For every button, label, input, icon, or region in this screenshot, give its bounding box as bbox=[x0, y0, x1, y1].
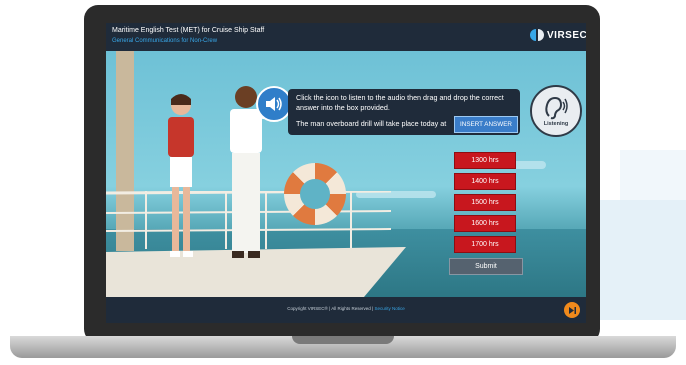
ear-icon bbox=[545, 96, 568, 119]
answer-option[interactable]: 1300 hrs bbox=[454, 152, 516, 169]
question-sentence: The man overboard drill will take place … bbox=[296, 119, 447, 128]
play-audio-button[interactable] bbox=[256, 86, 292, 122]
footer-bar: Copyright VIRSEC® | All Rights Reserved … bbox=[106, 297, 586, 323]
background-decor bbox=[590, 200, 686, 320]
copyright-label: Copyright VIRSEC® | All Rights Reserved … bbox=[287, 306, 374, 311]
background-decor bbox=[620, 150, 686, 210]
laptop-notch bbox=[292, 336, 394, 344]
header-bar: Maritime English Test (MET) for Cruise S… bbox=[106, 23, 586, 51]
skip-next-icon bbox=[568, 306, 576, 314]
page-subtitle: General Communications for Non-Crew bbox=[112, 38, 218, 44]
logo-icon bbox=[530, 29, 544, 41]
speaker-icon bbox=[266, 97, 282, 111]
app-screen: Maritime English Test (MET) for Cruise S… bbox=[106, 23, 586, 323]
instruction-panel: Click the icon to listen to the audio th… bbox=[288, 89, 520, 135]
answer-options: 1300 hrs 1400 hrs 1500 hrs 1600 hrs 1700… bbox=[454, 152, 516, 257]
next-button[interactable] bbox=[564, 302, 580, 318]
answer-option[interactable]: 1600 hrs bbox=[454, 215, 516, 232]
crew-woman-figure bbox=[168, 94, 194, 257]
answer-option[interactable]: 1400 hrs bbox=[454, 173, 516, 190]
logo-text: VIRSEC bbox=[547, 29, 586, 41]
brand-logo: VIRSEC bbox=[530, 28, 586, 42]
answer-drop-box[interactable]: INSERT ANSWER bbox=[454, 116, 518, 133]
lifebuoy bbox=[284, 163, 346, 225]
copyright-text: Copyright VIRSEC® | All Rights Reserved … bbox=[106, 306, 586, 311]
page-title: Maritime English Test (MET) for Cruise S… bbox=[112, 27, 265, 34]
listening-badge: Listening bbox=[530, 85, 582, 137]
scene-illustration: Click the icon to listen to the audio th… bbox=[106, 51, 586, 297]
submit-button[interactable]: Submit bbox=[449, 258, 523, 275]
security-notice-link[interactable]: Security Notice bbox=[374, 306, 404, 311]
listening-label: Listening bbox=[543, 120, 569, 127]
answer-option[interactable]: 1700 hrs bbox=[454, 236, 516, 253]
instruction-text: Click the icon to listen to the audio th… bbox=[296, 93, 504, 112]
answer-option[interactable]: 1500 hrs bbox=[454, 194, 516, 211]
